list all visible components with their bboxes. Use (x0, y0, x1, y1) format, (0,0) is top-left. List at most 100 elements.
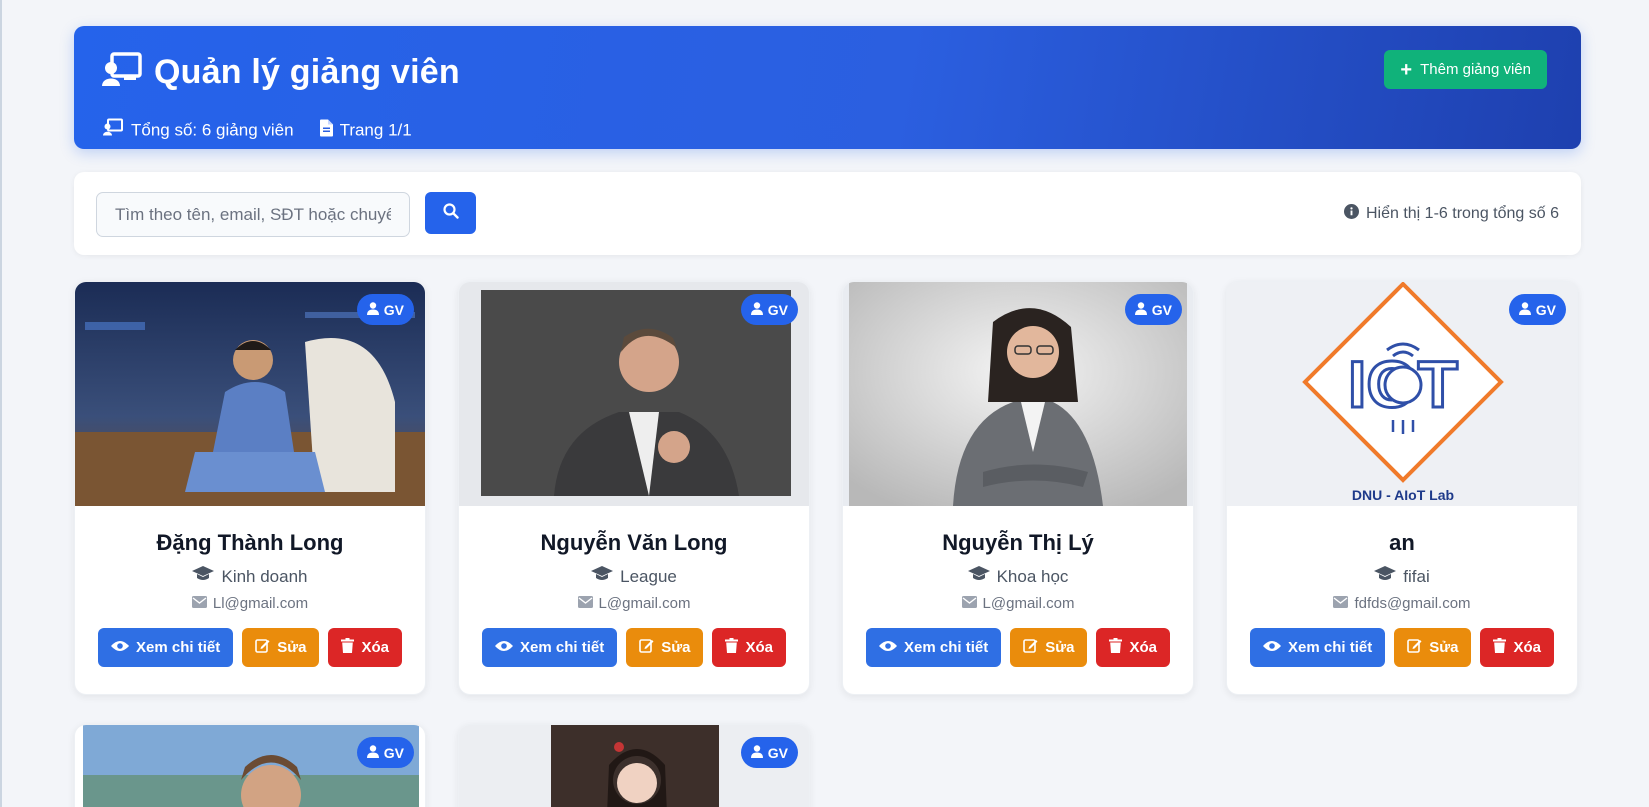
eye-icon (1263, 639, 1282, 656)
file-icon (319, 119, 333, 141)
graduation-cap-icon (1374, 566, 1397, 587)
results-info: Hiển thị 1-6 trong tổng số 6 (1343, 204, 1559, 224)
view-detail-button[interactable]: Xem chi tiết (98, 628, 234, 667)
lecturer-email: L@gmail.com (843, 595, 1193, 612)
lecturer-photo: GV (459, 282, 809, 506)
user-icon (750, 301, 763, 318)
envelope-icon (577, 595, 593, 612)
delete-button[interactable]: Xóa (1096, 628, 1170, 667)
logo-text: DNU - AIoT Lab (1352, 487, 1454, 503)
lecturer-photo: GV (75, 282, 425, 506)
search-icon (442, 202, 459, 224)
eye-icon (495, 639, 514, 656)
delete-label: Xóa (1513, 639, 1541, 656)
view-detail-label: Xem chi tiết (136, 639, 221, 656)
email-label: L@gmail.com (982, 595, 1075, 612)
department-label: Kinh doanh (221, 566, 308, 586)
view-detail-button[interactable]: Xem chi tiết (1250, 628, 1386, 667)
card-body: Đặng Thành Long Kinh doanh Ll@gmail.com … (75, 506, 425, 667)
graduation-cap-icon (967, 566, 990, 587)
lecturer-card: IOT DNU - AIoT Lab GV an fifai (1226, 281, 1578, 695)
user-icon (1134, 301, 1147, 318)
lecturer-department: fifai (1227, 566, 1577, 587)
lecturer-card: GV Nguyễn Thị Lý Khoa học L@gmail.com Xe… (842, 281, 1194, 695)
lecturer-name: Nguyễn Thị Lý (942, 530, 1094, 555)
lecturer-card: GV Nguyễn Văn Long League L@gmail.com Xe… (458, 281, 810, 695)
page-title: Quản lý giảng viên (154, 53, 460, 91)
delete-button[interactable]: Xóa (328, 628, 402, 667)
lecturer-photo: GV (459, 725, 809, 807)
search-panel: Hiển thị 1-6 trong tổng số 6 (74, 172, 1581, 255)
trash-icon (1493, 638, 1507, 657)
page-indicator: Trang 1/1 (319, 119, 412, 142)
results-info-label: Hiển thị 1-6 trong tổng số 6 (1365, 205, 1559, 222)
lecturer-badge: GV (1508, 294, 1566, 325)
department-label: Khoa học (996, 566, 1069, 586)
delete-button[interactable]: Xóa (712, 628, 786, 667)
lecturer-email: L@gmail.com (459, 595, 809, 612)
trash-icon (725, 638, 739, 657)
lecturer-department: Khoa học (843, 566, 1193, 587)
lecturer-badge: GV (356, 294, 414, 325)
delete-label: Xóa (361, 639, 389, 656)
delete-label: Xóa (745, 639, 773, 656)
lecturer-photo: IOT DNU - AIoT Lab GV (1227, 282, 1577, 506)
view-detail-label: Xem chi tiết (520, 639, 605, 656)
email-label: Ll@gmail.com (212, 595, 309, 612)
badge-label: GV (767, 744, 788, 761)
card-body: Nguyễn Văn Long League L@gmail.com Xem c… (459, 506, 809, 667)
card-body: an fifai fdfds@gmail.com Xem chi tiết Sử… (1227, 506, 1577, 667)
edit-icon (1407, 638, 1422, 657)
page-indicator-label: Trang 1/1 (339, 120, 412, 139)
edit-label: Sửa (277, 639, 307, 656)
card-actions: Xem chi tiết Sửa Xóa (1227, 628, 1577, 667)
lecturer-card: GV (74, 724, 426, 807)
view-detail-label: Xem chi tiết (904, 639, 989, 656)
total-count: Tổng số: 6 giảng viên (102, 118, 294, 142)
edit-icon (639, 638, 654, 657)
delete-button[interactable]: Xóa (1480, 628, 1554, 667)
eye-icon (111, 639, 130, 656)
header-meta: Tổng số: 6 giảng viên Trang 1/1 (102, 118, 412, 142)
edit-label: Sửa (1429, 639, 1459, 656)
email-label: fdfds@gmail.com (1354, 595, 1471, 612)
badge-label: GV (1535, 301, 1556, 318)
lecturer-card: GV (458, 724, 810, 807)
lecturer-email: Ll@gmail.com (75, 595, 425, 612)
badge-label: GV (383, 301, 404, 318)
graduation-cap-icon (192, 566, 215, 587)
badge-label: GV (767, 301, 788, 318)
envelope-icon (1333, 595, 1349, 612)
chalkboard-teacher-icon (102, 52, 142, 93)
badge-label: GV (1151, 301, 1172, 318)
card-actions: Xem chi tiết Sửa Xóa (459, 628, 809, 667)
lecturer-name: an (1389, 530, 1415, 555)
card-actions: Xem chi tiết Sửa Xóa (843, 628, 1193, 667)
card-actions: Xem chi tiết Sửa Xóa (75, 628, 425, 667)
view-detail-button[interactable]: Xem chi tiết (866, 628, 1002, 667)
badge-label: GV (383, 744, 404, 761)
card-body: Nguyễn Thị Lý Khoa học L@gmail.com Xem c… (843, 506, 1193, 667)
plus-icon: + (1400, 58, 1413, 81)
view-detail-button[interactable]: Xem chi tiết (482, 628, 618, 667)
edit-button[interactable]: Sửa (1394, 628, 1472, 667)
eye-icon (879, 639, 898, 656)
header-title-row: Quản lý giảng viên (102, 52, 460, 93)
lecturer-badge: GV (740, 737, 798, 768)
edit-button[interactable]: Sửa (626, 628, 704, 667)
lecturer-name: Đặng Thành Long (156, 530, 344, 555)
edit-button[interactable]: Sửa (1010, 628, 1088, 667)
search-input[interactable] (96, 192, 410, 237)
trash-icon (1109, 638, 1123, 657)
lecturer-name: Nguyễn Văn Long (540, 530, 728, 555)
chalkboard-teacher-icon (102, 118, 124, 142)
lecturer-photo: GV (75, 725, 425, 807)
lecturer-department: Kinh doanh (75, 566, 425, 587)
user-icon (366, 744, 379, 761)
info-circle-icon (1343, 204, 1359, 224)
search-button[interactable] (425, 192, 476, 234)
edit-button[interactable]: Sửa (242, 628, 320, 667)
window-left-edge (0, 0, 2, 807)
graduation-cap-icon (591, 566, 614, 587)
add-lecturer-button[interactable]: + Thêm giảng viên (1384, 50, 1547, 89)
